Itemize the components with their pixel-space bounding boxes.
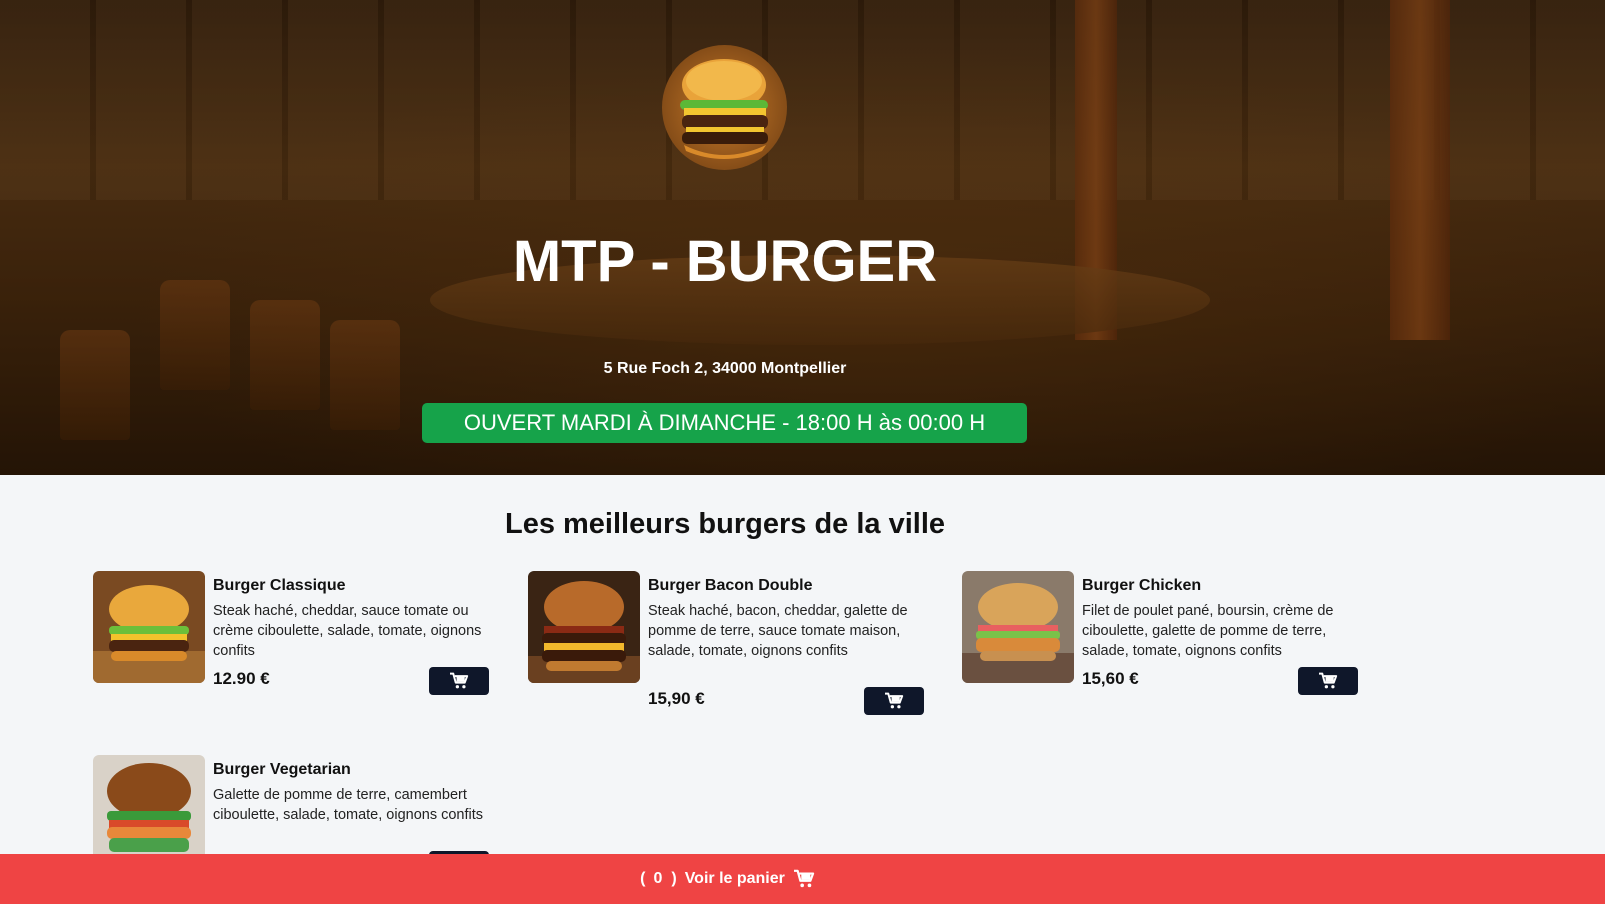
cart-close-paren: ) xyxy=(671,870,677,887)
menu-item-description: Filet de poulet pané, boursin, crème de … xyxy=(1082,603,1334,659)
menu-item-description: Steak haché, bacon, cheddar, galette de … xyxy=(648,603,908,659)
shopping-cart-icon xyxy=(1319,672,1338,689)
menu-item-description: Galette de pomme de terre, camembert cib… xyxy=(213,787,484,823)
burger-chicken-image xyxy=(962,571,1074,683)
restaurant-logo xyxy=(662,45,787,170)
view-cart-button[interactable]: ( 0 ) Voir le panier xyxy=(640,869,815,889)
add-to-cart-button[interactable] xyxy=(429,667,489,695)
cart-open-paren: ( xyxy=(640,870,646,887)
restaurant-address: 5 Rue Foch 2, 34000 Montpellier xyxy=(603,360,847,377)
hero-banner: MTP - BURGER 5 Rue Foch 2, 34000 Montpel… xyxy=(0,0,1605,475)
menu-item-card: Burger Chicken Filet de poulet pané, bou… xyxy=(962,571,1362,701)
menu-item-name: Burger Classique xyxy=(213,577,346,594)
menu-item-price: 15,60 € xyxy=(1082,669,1139,688)
menu-item-name: Burger Vegetarian xyxy=(213,761,351,778)
opening-hours-badge: OUVERT MARDI À DIMANCHE - 18:00 H às 00:… xyxy=(422,403,1027,443)
restaurant-name: MTP - BURGER xyxy=(512,229,938,294)
burger-logo-icon xyxy=(680,59,768,159)
burger-vegetarian-image xyxy=(93,755,205,867)
menu-item-price: 12.90 € xyxy=(213,669,270,688)
menu-item-description: Steak haché, cheddar, sauce tomate ou cr… xyxy=(213,603,482,659)
burger-bacon-double-image xyxy=(528,571,640,683)
add-to-cart-button[interactable] xyxy=(1298,667,1358,695)
menu-title: Les meilleurs burgers de la ville xyxy=(504,508,946,540)
view-cart-label: Voir le panier xyxy=(684,870,785,887)
menu-item-name: Burger Chicken xyxy=(1082,577,1202,594)
menu-item-card: Burger Classique Steak haché, cheddar, s… xyxy=(93,571,493,701)
menu-item-name: Burger Bacon Double xyxy=(648,577,813,594)
add-to-cart-button[interactable] xyxy=(864,687,924,715)
shopping-cart-icon xyxy=(450,672,469,689)
menu-item-price: 15,90 € xyxy=(648,689,705,708)
cart-count: 0 xyxy=(653,870,664,887)
shopping-cart-icon xyxy=(885,692,904,709)
shopping-cart-icon xyxy=(793,869,815,888)
menu-item-card: Burger Bacon Double Steak haché, bacon, … xyxy=(528,571,928,721)
burger-classique-image xyxy=(93,571,205,683)
view-cart-bar[interactable]: ( 0 ) Voir le panier xyxy=(0,854,1605,904)
